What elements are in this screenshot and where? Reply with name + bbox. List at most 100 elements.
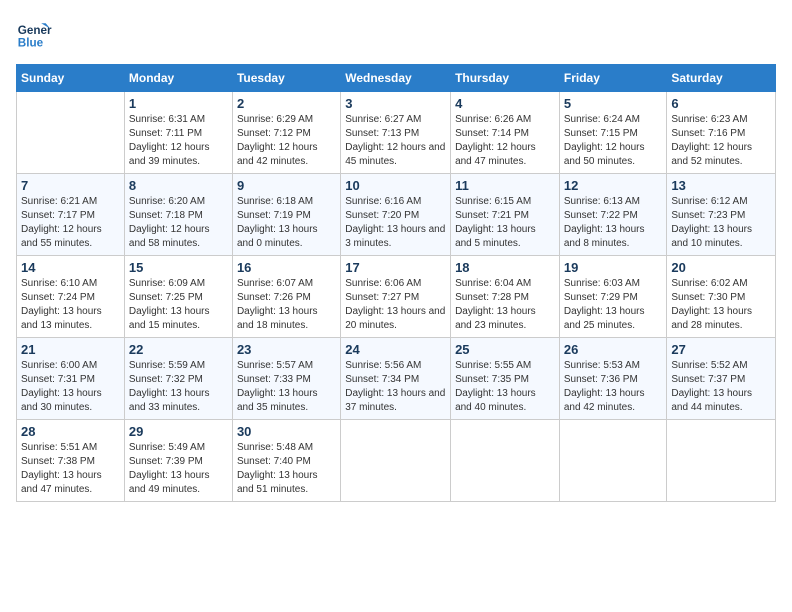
calendar-week-row: 7 Sunrise: 6:21 AMSunset: 7:17 PMDaylight… xyxy=(17,174,776,256)
calendar-cell: 3 Sunrise: 6:27 AMSunset: 7:13 PMDaylight… xyxy=(341,92,451,174)
day-info: Sunrise: 6:29 AMSunset: 7:12 PMDaylight:… xyxy=(237,113,336,169)
day-number: 28 xyxy=(21,424,120,439)
day-number: 12 xyxy=(564,178,663,193)
weekday-header-row: SundayMondayTuesdayWednesdayThursdayFrid… xyxy=(17,65,776,92)
calendar-week-row: 14 Sunrise: 6:10 AMSunset: 7:24 PMDayligh… xyxy=(17,256,776,338)
calendar-cell: 25Sunrise: 5:55 AMSunset: 7:35 PMDayligh… xyxy=(451,338,560,420)
day-info: Sunrise: 6:27 AMSunset: 7:13 PMDaylight:… xyxy=(345,113,446,169)
weekday-header-cell: Tuesday xyxy=(232,65,340,92)
day-number: 23 xyxy=(237,342,336,357)
calendar-cell: 5 Sunrise: 6:24 AMSunset: 7:15 PMDaylight… xyxy=(559,92,667,174)
calendar-cell: 2 Sunrise: 6:29 AMSunset: 7:12 PMDaylight… xyxy=(232,92,340,174)
day-info: Sunrise: 6:26 AMSunset: 7:14 PMDaylight:… xyxy=(455,113,555,169)
day-info: Sunrise: 6:21 AMSunset: 7:17 PMDaylight:… xyxy=(21,195,120,251)
calendar-cell: 16Sunrise: 6:07 AMSunset: 7:26 PMDayligh… xyxy=(232,256,340,338)
calendar-table: SundayMondayTuesdayWednesdayThursdayFrid… xyxy=(16,64,776,502)
calendar-cell: 20 Sunrise: 6:02 AMSunset: 7:30 PMDayligh… xyxy=(667,256,776,338)
day-number: 7 xyxy=(21,178,120,193)
day-number: 21 xyxy=(21,342,120,357)
day-info: Sunrise: 5:55 AMSunset: 7:35 PMDaylight:… xyxy=(455,359,555,415)
day-info: Sunrise: 5:52 AMSunset: 7:37 PMDaylight:… xyxy=(671,359,771,415)
day-info: Sunrise: 6:15 AMSunset: 7:21 PMDaylight:… xyxy=(455,195,555,251)
day-info: Sunrise: 6:10 AMSunset: 7:24 PMDaylight:… xyxy=(21,277,120,333)
calendar-week-row: 28 Sunrise: 5:51 AMSunset: 7:38 PMDayligh… xyxy=(17,420,776,502)
day-number: 17 xyxy=(345,260,446,275)
day-info: Sunrise: 6:13 AMSunset: 7:22 PMDaylight:… xyxy=(564,195,663,251)
weekday-header-cell: Wednesday xyxy=(341,65,451,92)
day-info: Sunrise: 6:04 AMSunset: 7:28 PMDaylight:… xyxy=(455,277,555,333)
calendar-cell: 7 Sunrise: 6:21 AMSunset: 7:17 PMDaylight… xyxy=(17,174,125,256)
calendar-cell: 13 Sunrise: 6:12 AMSunset: 7:23 PMDayligh… xyxy=(667,174,776,256)
calendar-cell: 11 Sunrise: 6:15 AMSunset: 7:21 PMDayligh… xyxy=(451,174,560,256)
calendar-cell: 8Sunrise: 6:20 AMSunset: 7:18 PMDaylight… xyxy=(124,174,232,256)
day-number: 3 xyxy=(345,96,446,111)
day-number: 30 xyxy=(237,424,336,439)
calendar-cell: 6 Sunrise: 6:23 AMSunset: 7:16 PMDaylight… xyxy=(667,92,776,174)
day-number: 11 xyxy=(455,178,555,193)
calendar-cell: 24 Sunrise: 5:56 AMSunset: 7:34 PMDayligh… xyxy=(341,338,451,420)
day-info: Sunrise: 6:00 AMSunset: 7:31 PMDaylight:… xyxy=(21,359,120,415)
calendar-cell: 29 Sunrise: 5:49 AMSunset: 7:39 PMDayligh… xyxy=(124,420,232,502)
calendar-cell: 28 Sunrise: 5:51 AMSunset: 7:38 PMDayligh… xyxy=(17,420,125,502)
day-number: 19 xyxy=(564,260,663,275)
day-number: 22 xyxy=(129,342,228,357)
day-number: 4 xyxy=(455,96,555,111)
day-number: 9 xyxy=(237,178,336,193)
day-info: Sunrise: 6:02 AMSunset: 7:30 PMDaylight:… xyxy=(671,277,771,333)
calendar-cell: 23Sunrise: 5:57 AMSunset: 7:33 PMDayligh… xyxy=(232,338,340,420)
calendar-cell: 4 Sunrise: 6:26 AMSunset: 7:14 PMDaylight… xyxy=(451,92,560,174)
calendar-cell xyxy=(341,420,451,502)
svg-text:Blue: Blue xyxy=(18,37,44,50)
day-number: 6 xyxy=(671,96,771,111)
calendar-cell: 9 Sunrise: 6:18 AMSunset: 7:19 PMDaylight… xyxy=(232,174,340,256)
day-number: 14 xyxy=(21,260,120,275)
day-number: 5 xyxy=(564,96,663,111)
day-info: Sunrise: 6:20 AMSunset: 7:18 PMDaylight:… xyxy=(129,195,228,251)
calendar-cell: 21 Sunrise: 6:00 AMSunset: 7:31 PMDayligh… xyxy=(17,338,125,420)
calendar-cell: 27 Sunrise: 5:52 AMSunset: 7:37 PMDayligh… xyxy=(667,338,776,420)
day-info: Sunrise: 5:49 AMSunset: 7:39 PMDaylight:… xyxy=(129,441,228,497)
day-info: Sunrise: 5:48 AMSunset: 7:40 PMDaylight:… xyxy=(237,441,336,497)
calendar-cell xyxy=(17,92,125,174)
day-number: 10 xyxy=(345,178,446,193)
day-info: Sunrise: 6:24 AMSunset: 7:15 PMDaylight:… xyxy=(564,113,663,169)
day-number: 15 xyxy=(129,260,228,275)
day-info: Sunrise: 6:31 AMSunset: 7:11 PMDaylight:… xyxy=(129,113,228,169)
calendar-cell: 12 Sunrise: 6:13 AMSunset: 7:22 PMDayligh… xyxy=(559,174,667,256)
logo: General Blue xyxy=(16,16,52,52)
calendar-cell: 30 Sunrise: 5:48 AMSunset: 7:40 PMDayligh… xyxy=(232,420,340,502)
day-info: Sunrise: 5:59 AMSunset: 7:32 PMDaylight:… xyxy=(129,359,228,415)
calendar-cell: 26Sunrise: 5:53 AMSunset: 7:36 PMDayligh… xyxy=(559,338,667,420)
day-info: Sunrise: 6:18 AMSunset: 7:19 PMDaylight:… xyxy=(237,195,336,251)
calendar-cell: 17 Sunrise: 6:06 AMSunset: 7:27 PMDayligh… xyxy=(341,256,451,338)
day-number: 1 xyxy=(129,96,228,111)
calendar-cell: 1 Sunrise: 6:31 AMSunset: 7:11 PMDaylight… xyxy=(124,92,232,174)
day-number: 13 xyxy=(671,178,771,193)
day-info: Sunrise: 6:12 AMSunset: 7:23 PMDaylight:… xyxy=(671,195,771,251)
day-info: Sunrise: 6:06 AMSunset: 7:27 PMDaylight:… xyxy=(345,277,446,333)
calendar-cell: 14 Sunrise: 6:10 AMSunset: 7:24 PMDayligh… xyxy=(17,256,125,338)
day-info: Sunrise: 5:56 AMSunset: 7:34 PMDaylight:… xyxy=(345,359,446,415)
weekday-header-cell: Monday xyxy=(124,65,232,92)
calendar-cell: 18Sunrise: 6:04 AMSunset: 7:28 PMDayligh… xyxy=(451,256,560,338)
day-number: 2 xyxy=(237,96,336,111)
weekday-header-cell: Thursday xyxy=(451,65,560,92)
calendar-week-row: 21 Sunrise: 6:00 AMSunset: 7:31 PMDayligh… xyxy=(17,338,776,420)
calendar-cell: 19Sunrise: 6:03 AMSunset: 7:29 PMDayligh… xyxy=(559,256,667,338)
day-info: Sunrise: 5:53 AMSunset: 7:36 PMDaylight:… xyxy=(564,359,663,415)
day-number: 20 xyxy=(671,260,771,275)
calendar-cell xyxy=(667,420,776,502)
day-info: Sunrise: 6:07 AMSunset: 7:26 PMDaylight:… xyxy=(237,277,336,333)
calendar-body: 1 Sunrise: 6:31 AMSunset: 7:11 PMDaylight… xyxy=(17,92,776,502)
day-number: 24 xyxy=(345,342,446,357)
weekday-header-cell: Sunday xyxy=(17,65,125,92)
weekday-header-cell: Friday xyxy=(559,65,667,92)
day-number: 27 xyxy=(671,342,771,357)
day-info: Sunrise: 6:23 AMSunset: 7:16 PMDaylight:… xyxy=(671,113,771,169)
day-info: Sunrise: 5:51 AMSunset: 7:38 PMDaylight:… xyxy=(21,441,120,497)
day-info: Sunrise: 6:09 AMSunset: 7:25 PMDaylight:… xyxy=(129,277,228,333)
calendar-week-row: 1 Sunrise: 6:31 AMSunset: 7:11 PMDaylight… xyxy=(17,92,776,174)
weekday-header-cell: Saturday xyxy=(667,65,776,92)
calendar-cell xyxy=(559,420,667,502)
day-number: 29 xyxy=(129,424,228,439)
